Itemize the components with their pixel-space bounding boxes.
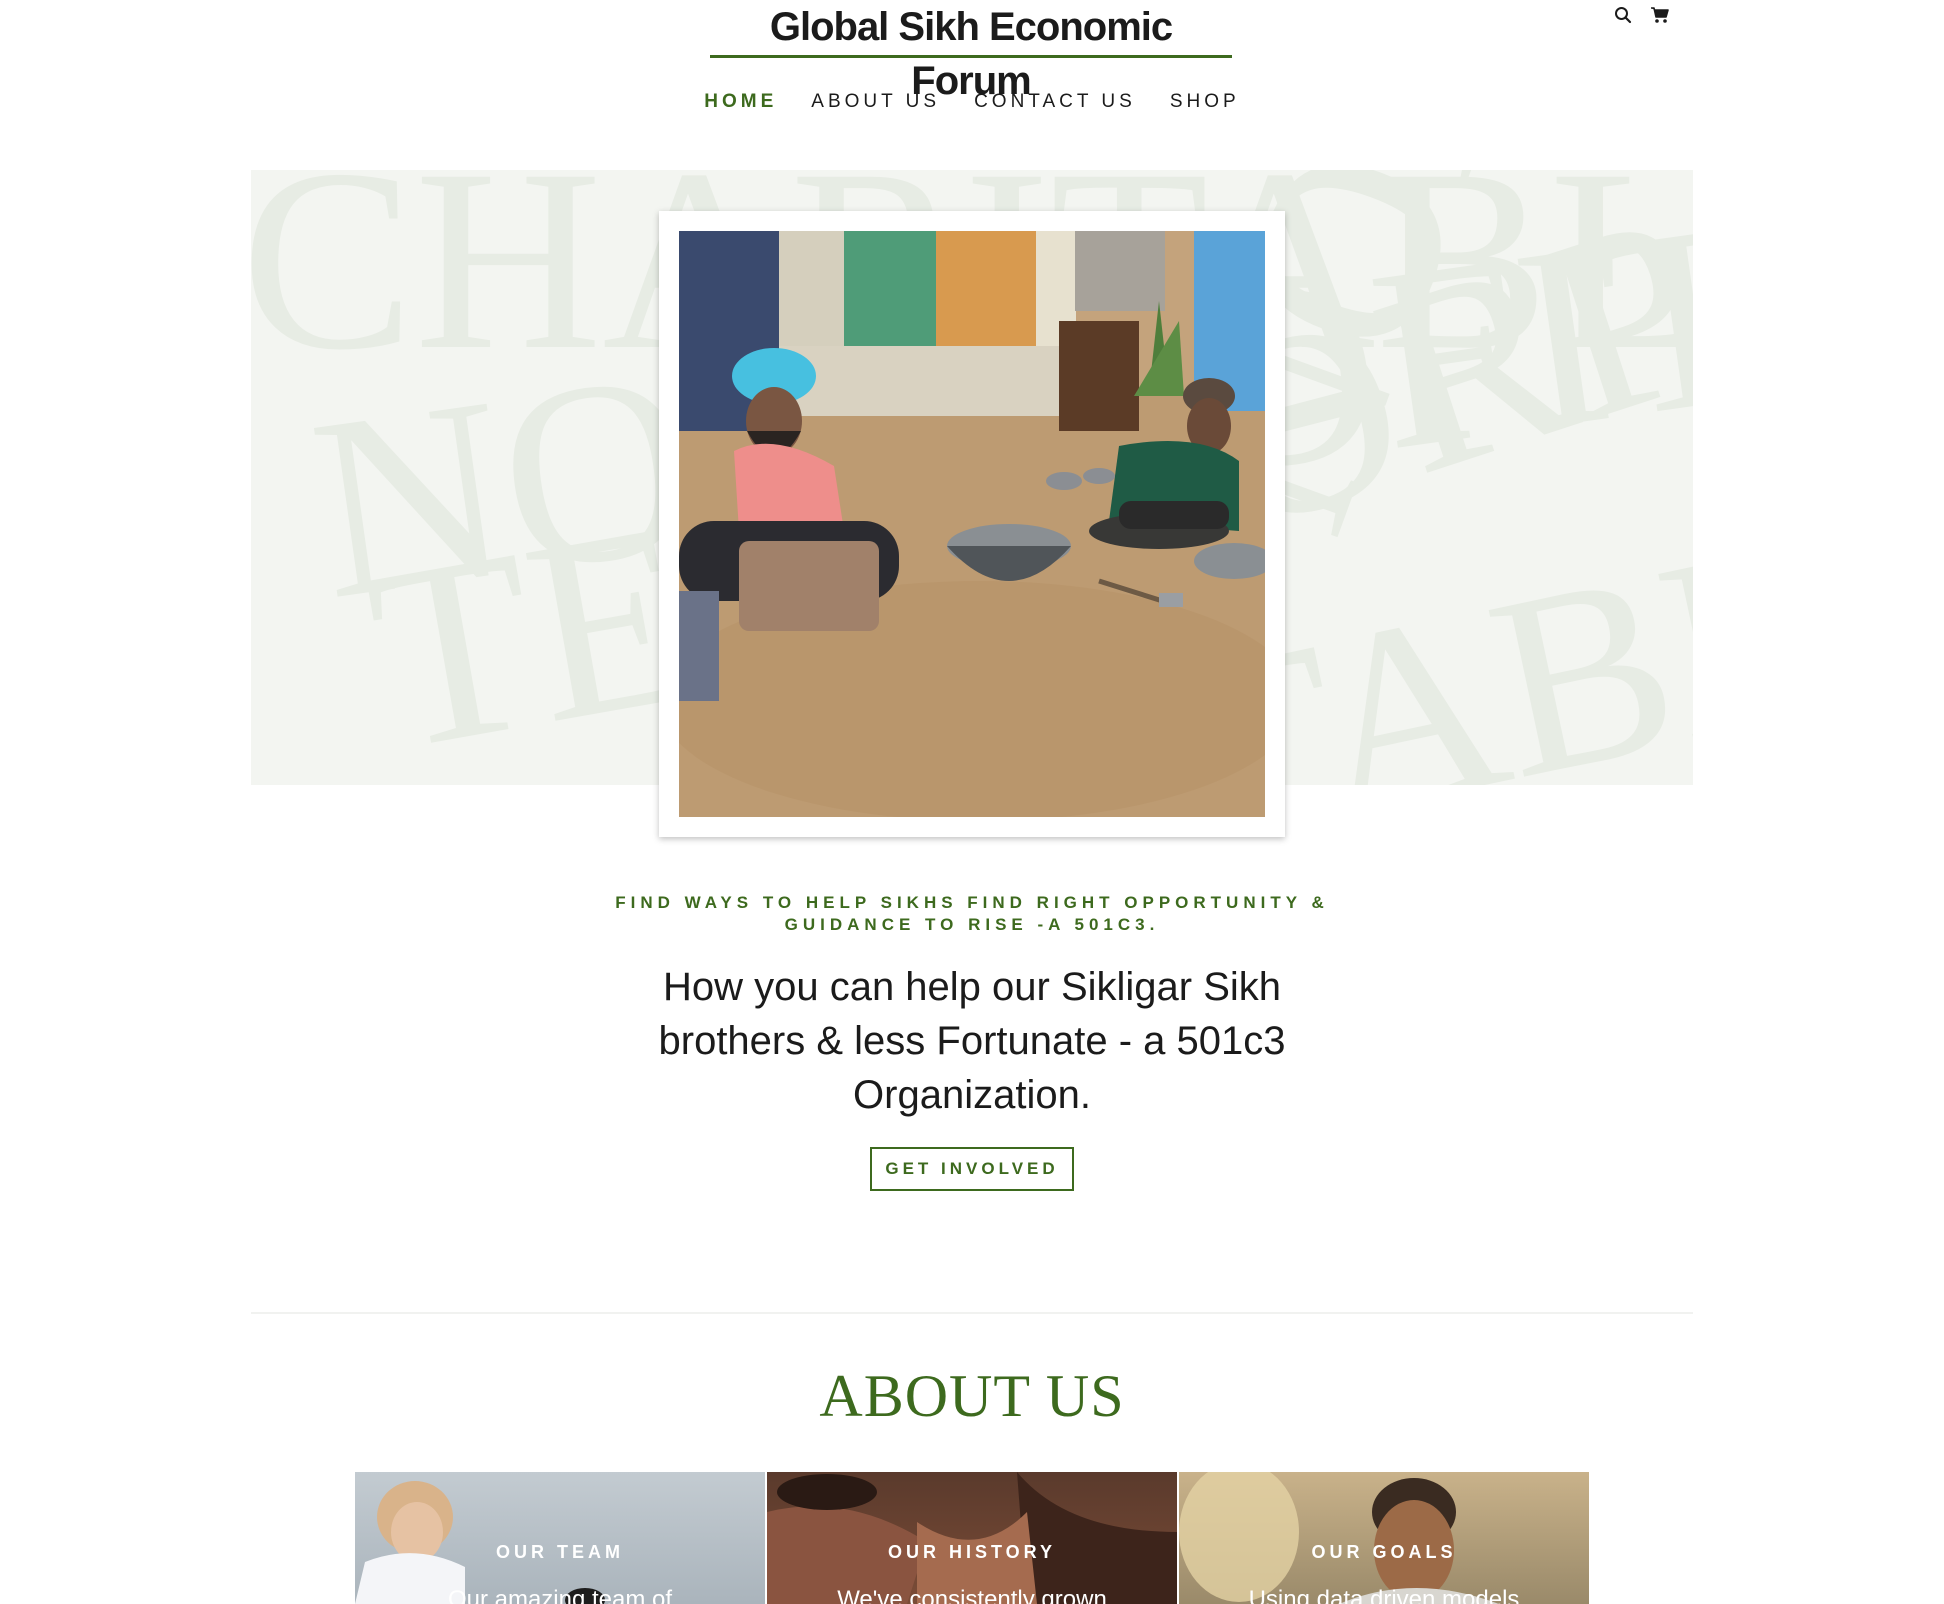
card-subtitle: Our amazing team of bbox=[447, 1586, 673, 1604]
site-title[interactable]: Global Sikh Economic Forum bbox=[710, 0, 1232, 103]
section-divider bbox=[251, 1312, 1693, 1314]
card-label: OUR TEAM bbox=[496, 1542, 624, 1562]
about-us-title: ABOUT US bbox=[819, 1363, 1125, 1429]
card-our-team[interactable]: OUR TEAM Our amazing team of bbox=[355, 1472, 765, 1604]
card-photo-team bbox=[355, 1481, 605, 1604]
search-icon[interactable] bbox=[1614, 6, 1632, 24]
nav-item-about-us[interactable]: ABOUT US bbox=[794, 88, 957, 116]
hero-headline: How you can help our Sikligar Sikh broth… bbox=[658, 965, 1286, 1117]
card-subtitle: We've consistently grown bbox=[837, 1586, 1107, 1604]
cart-icon[interactable] bbox=[1650, 6, 1670, 24]
hero-photo bbox=[679, 231, 1265, 817]
nav-item-contact-us[interactable]: CONTACT US bbox=[957, 88, 1153, 116]
hero-photo-illustration bbox=[679, 231, 1265, 817]
card-photo-history bbox=[767, 1472, 1177, 1604]
card-subtitle: Using data driven models bbox=[1248, 1586, 1520, 1604]
get-involved-button[interactable]: GET INVOLVED bbox=[870, 1147, 1074, 1191]
card-photo-goals bbox=[1179, 1472, 1499, 1604]
hero-photo-frame bbox=[659, 211, 1285, 837]
main-nav: HOME ABOUT US CONTACT US SHOP bbox=[0, 88, 1944, 116]
nav-item-shop[interactable]: SHOP bbox=[1153, 88, 1257, 116]
card-label: OUR HISTORY bbox=[887, 1542, 1056, 1562]
card-label: OUR GOALS bbox=[1311, 1542, 1457, 1562]
hero-kicker: FIND WAYS TO HELP SIKHS FIND RIGHT OPPOR… bbox=[615, 893, 1329, 934]
card-our-history[interactable]: OUR HISTORY We've consistently grown bbox=[767, 1472, 1177, 1604]
card-our-goals[interactable]: OUR GOALS Using data driven models bbox=[1179, 1472, 1589, 1604]
nav-item-home[interactable]: HOME bbox=[687, 88, 794, 116]
header-icons bbox=[1614, 6, 1670, 24]
about-cards: OUR TEAM Our amazing team of OUR HISTORY… bbox=[355, 1472, 1589, 1604]
